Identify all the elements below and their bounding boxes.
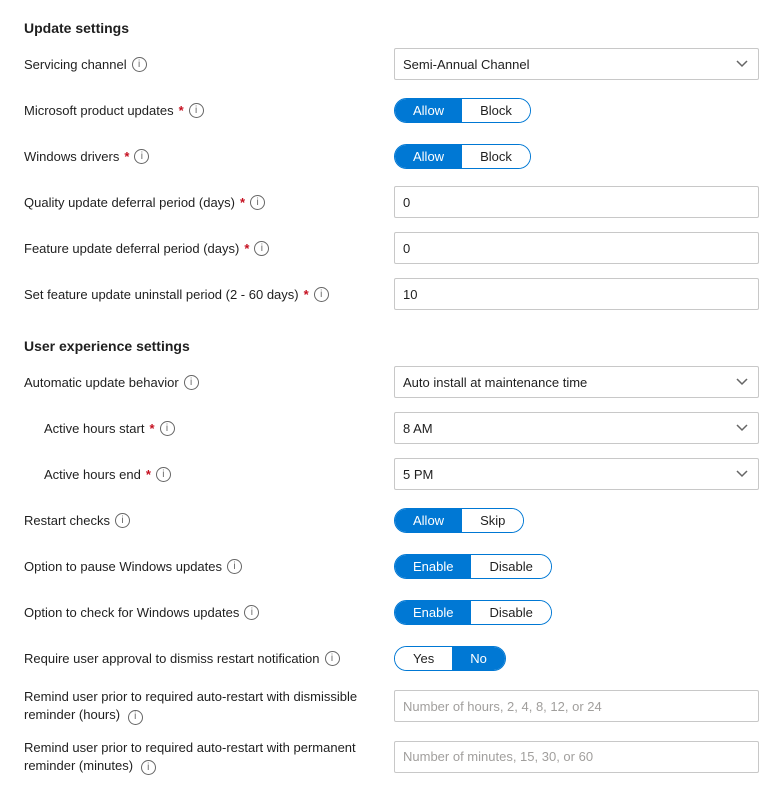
- option-check-updates-control: Enable Disable: [394, 600, 759, 625]
- option-pause-updates-info-icon[interactable]: i: [227, 559, 242, 574]
- option-pause-enable-btn[interactable]: Enable: [395, 555, 471, 578]
- automatic-update-behavior-label: Automatic update behavior i: [24, 375, 394, 390]
- active-hours-start-label: Active hours start * i: [24, 421, 394, 436]
- active-hours-end-row: Active hours end * i 5 PM 4 PM 6 PM 7 PM: [24, 458, 759, 490]
- remind-permanent-row: Remind user prior to required auto-resta…: [24, 739, 759, 776]
- active-hours-start-dropdown[interactable]: 8 AM 6 AM 7 AM 9 AM: [394, 412, 759, 444]
- windows-drivers-row: Windows drivers * i Allow Block: [24, 140, 759, 172]
- microsoft-product-block-btn[interactable]: Block: [462, 99, 530, 122]
- quality-update-deferral-label: Quality update deferral period (days) * …: [24, 195, 394, 210]
- option-check-enable-btn[interactable]: Enable: [395, 601, 471, 624]
- user-experience-section: User experience settings Automatic updat…: [24, 338, 759, 775]
- active-hours-end-control: 5 PM 4 PM 6 PM 7 PM: [394, 458, 759, 490]
- restart-checks-toggle: Allow Skip: [394, 508, 524, 533]
- automatic-update-behavior-info-icon[interactable]: i: [184, 375, 199, 390]
- option-check-disable-btn[interactable]: Disable: [471, 601, 550, 624]
- option-check-updates-info-icon[interactable]: i: [244, 605, 259, 620]
- windows-drivers-info-icon[interactable]: i: [134, 149, 149, 164]
- option-check-updates-toggle: Enable Disable: [394, 600, 552, 625]
- option-check-updates-row: Option to check for Windows updates i En…: [24, 596, 759, 628]
- microsoft-product-control: Allow Block: [394, 98, 759, 123]
- microsoft-product-allow-btn[interactable]: Allow: [395, 99, 462, 122]
- update-settings-section: Update settings Servicing channel i Semi…: [24, 20, 759, 310]
- remind-dismissible-control: [394, 688, 759, 722]
- windows-drivers-block-btn[interactable]: Block: [462, 145, 530, 168]
- quality-update-input[interactable]: [394, 186, 759, 218]
- remind-permanent-label: Remind user prior to required auto-resta…: [24, 739, 394, 776]
- restart-checks-row: Restart checks i Allow Skip: [24, 504, 759, 536]
- restart-checks-info-icon[interactable]: i: [115, 513, 130, 528]
- windows-drivers-control: Allow Block: [394, 144, 759, 169]
- remind-dismissible-info-icon[interactable]: i: [128, 710, 143, 725]
- quality-update-deferral-row: Quality update deferral period (days) * …: [24, 186, 759, 218]
- remind-permanent-control: [394, 739, 759, 773]
- option-pause-updates-toggle: Enable Disable: [394, 554, 552, 579]
- remind-dismissible-input[interactable]: [394, 690, 759, 722]
- feature-update-uninstall-input[interactable]: [394, 278, 759, 310]
- windows-drivers-toggle: Allow Block: [394, 144, 531, 169]
- remind-permanent-input[interactable]: [394, 741, 759, 773]
- microsoft-product-updates-label: Microsoft product updates * i: [24, 103, 394, 118]
- windows-drivers-label: Windows drivers * i: [24, 149, 394, 164]
- automatic-update-behavior-row: Automatic update behavior i Auto install…: [24, 366, 759, 398]
- servicing-channel-dropdown[interactable]: Semi-Annual Channel Beta Channel Current…: [394, 48, 759, 80]
- feature-update-deferral-label: Feature update deferral period (days) * …: [24, 241, 394, 256]
- restart-checks-label: Restart checks i: [24, 513, 394, 528]
- active-hours-start-control: 8 AM 6 AM 7 AM 9 AM: [394, 412, 759, 444]
- microsoft-product-updates-row: Microsoft product updates * i Allow Bloc…: [24, 94, 759, 126]
- remind-dismissible-row: Remind user prior to required auto-resta…: [24, 688, 759, 725]
- feature-update-uninstall-row: Set feature update uninstall period (2 -…: [24, 278, 759, 310]
- microsoft-product-info-icon[interactable]: i: [189, 103, 204, 118]
- user-experience-title: User experience settings: [24, 338, 759, 354]
- restart-checks-allow-btn[interactable]: Allow: [395, 509, 462, 532]
- quality-update-control: [394, 186, 759, 218]
- option-check-updates-label: Option to check for Windows updates i: [24, 605, 394, 620]
- require-user-approval-control: Yes No: [394, 646, 759, 671]
- remind-permanent-info-icon[interactable]: i: [141, 760, 156, 775]
- feature-update-uninstall-label: Set feature update uninstall period (2 -…: [24, 287, 394, 302]
- active-hours-start-row: Active hours start * i 8 AM 6 AM 7 AM 9 …: [24, 412, 759, 444]
- quality-update-info-icon[interactable]: i: [250, 195, 265, 210]
- require-user-approval-label: Require user approval to dismiss restart…: [24, 651, 394, 666]
- active-hours-end-info-icon[interactable]: i: [156, 467, 171, 482]
- active-hours-start-info-icon[interactable]: i: [160, 421, 175, 436]
- restart-checks-skip-btn[interactable]: Skip: [462, 509, 523, 532]
- option-pause-updates-row: Option to pause Windows updates i Enable…: [24, 550, 759, 582]
- windows-drivers-allow-btn[interactable]: Allow: [395, 145, 462, 168]
- automatic-update-behavior-control: Auto install at maintenance time Notify …: [394, 366, 759, 398]
- require-user-approval-toggle: Yes No: [394, 646, 506, 671]
- servicing-channel-row: Servicing channel i Semi-Annual Channel …: [24, 48, 759, 80]
- servicing-channel-control: Semi-Annual Channel Beta Channel Current…: [394, 48, 759, 80]
- feature-update-deferral-input[interactable]: [394, 232, 759, 264]
- servicing-channel-info-icon[interactable]: i: [132, 57, 147, 72]
- option-pause-disable-btn[interactable]: Disable: [471, 555, 550, 578]
- active-hours-end-dropdown[interactable]: 5 PM 4 PM 6 PM 7 PM: [394, 458, 759, 490]
- restart-checks-control: Allow Skip: [394, 508, 759, 533]
- automatic-update-behavior-dropdown[interactable]: Auto install at maintenance time Notify …: [394, 366, 759, 398]
- feature-update-deferral-control: [394, 232, 759, 264]
- remind-dismissible-label: Remind user prior to required auto-resta…: [24, 688, 394, 725]
- require-user-approval-yes-btn[interactable]: Yes: [395, 647, 452, 670]
- require-user-approval-info-icon[interactable]: i: [325, 651, 340, 666]
- option-pause-updates-label: Option to pause Windows updates i: [24, 559, 394, 574]
- active-hours-end-label: Active hours end * i: [24, 467, 394, 482]
- feature-update-deferral-row: Feature update deferral period (days) * …: [24, 232, 759, 264]
- microsoft-product-toggle: Allow Block: [394, 98, 531, 123]
- feature-update-uninstall-info-icon[interactable]: i: [314, 287, 329, 302]
- option-pause-updates-control: Enable Disable: [394, 554, 759, 579]
- feature-update-uninstall-control: [394, 278, 759, 310]
- servicing-channel-label: Servicing channel i: [24, 57, 394, 72]
- require-user-approval-no-btn[interactable]: No: [452, 647, 505, 670]
- require-user-approval-row: Require user approval to dismiss restart…: [24, 642, 759, 674]
- update-settings-title: Update settings: [24, 20, 759, 36]
- feature-update-deferral-info-icon[interactable]: i: [254, 241, 269, 256]
